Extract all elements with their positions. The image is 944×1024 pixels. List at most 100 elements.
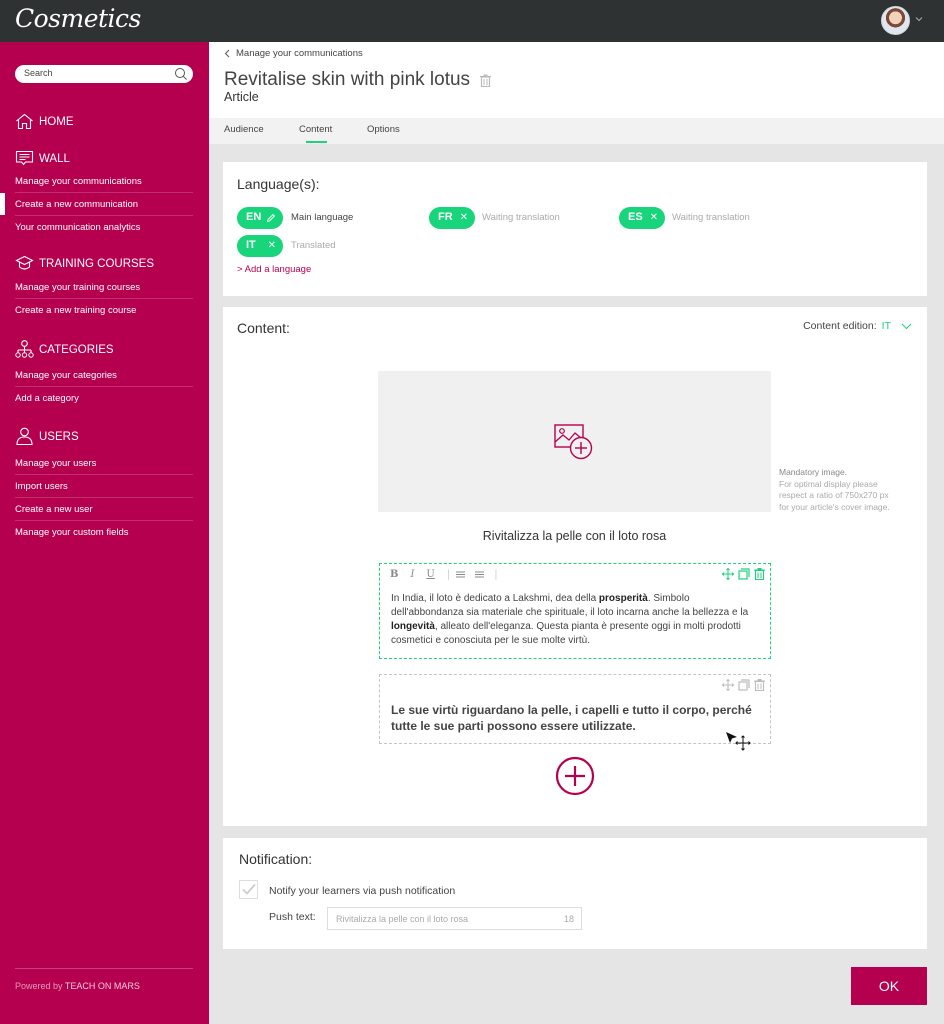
add-image-icon <box>554 424 593 460</box>
tab-audience[interactable]: Audience <box>224 124 264 135</box>
push-notification-label: Notify your learners via push notificati… <box>269 885 456 897</box>
toolbar-divider: | <box>446 569 451 580</box>
pencil-icon[interactable] <box>266 213 276 223</box>
trash-icon[interactable] <box>754 568 765 580</box>
page-title: Revitalise skin with pink lotus <box>224 69 492 91</box>
language-status-it: Translated <box>291 240 336 251</box>
chevron-right-icon: > <box>237 264 245 275</box>
sidebar-item-create-training-course[interactable]: Create a new training course <box>15 299 193 322</box>
sidebar-item-create-communication[interactable]: Create a new communication <box>15 193 193 216</box>
home-icon <box>16 113 33 130</box>
powered-by: Powered by TEACH ON MARS <box>15 981 140 991</box>
languages-card: Language(s): EN Main language FR ✕ Waiti… <box>223 162 927 296</box>
text-block-content[interactable]: In India, il loto è dedicato a Lakshmi, … <box>391 592 761 648</box>
duplicate-icon[interactable] <box>738 679 750 691</box>
push-text-input[interactable]: Rivitalizza la pelle con il loto rosa 18 <box>327 907 582 930</box>
numbered-list-icon[interactable] <box>475 571 485 578</box>
trash-icon[interactable] <box>754 679 765 691</box>
article-title[interactable]: Rivitalizza la pelle con il loto rosa <box>378 529 771 543</box>
sidebar-section-categories[interactable]: CATEGORIES <box>15 340 114 359</box>
push-text-label: Push text: <box>269 911 316 923</box>
ok-button[interactable]: OK <box>851 967 927 1005</box>
text-block[interactable]: Le sue virtù riguardano la pelle, i cape… <box>379 674 771 744</box>
add-language-link[interactable]: > Add a language <box>237 264 311 275</box>
page-subtitle: Article <box>224 90 259 104</box>
sidebar-section-users[interactable]: USERS <box>15 427 79 446</box>
tab-bar: Audience Content Options <box>209 118 944 144</box>
sidebar-item-manage-categories[interactable]: Manage your categories <box>15 364 193 387</box>
move-icon[interactable] <box>722 679 734 691</box>
sidebar-section-home[interactable]: HOME <box>15 113 74 130</box>
sidebar-item-manage-training-courses[interactable]: Manage your training courses <box>15 276 193 299</box>
char-counter: 18 <box>563 914 574 924</box>
search-placeholder: Search <box>24 68 53 78</box>
content-title: Content: <box>237 320 290 336</box>
push-text-placeholder: Rivitalizza la pelle con il loto rosa <box>336 914 469 924</box>
language-status-fr: Waiting translation <box>482 212 560 223</box>
chevron-down-icon[interactable] <box>915 15 923 23</box>
checkmark-icon <box>242 883 256 895</box>
content-card: Content: Content edition: IT Mandatory i… <box>223 307 927 826</box>
language-chip-es[interactable]: ES ✕ <box>619 207 665 229</box>
language-status-es: Waiting translation <box>672 212 750 223</box>
italic-button[interactable]: I <box>410 569 414 580</box>
language-chip-fr[interactable]: FR ✕ <box>429 207 475 229</box>
text-block-active[interactable]: B I U | | In India, il loto è dedicato a… <box>379 563 771 659</box>
top-bar: Cosmetics <box>0 0 944 42</box>
underline-button[interactable]: U <box>426 569 434 580</box>
block-actions <box>722 679 765 691</box>
move-cursor-icon <box>726 732 751 751</box>
page-header: Manage your communications Revitalise sk… <box>209 42 944 118</box>
sidebar-item-add-category[interactable]: Add a category <box>15 387 193 410</box>
sidebar-item-create-user[interactable]: Create a new user <box>15 498 193 521</box>
language-chip-en[interactable]: EN <box>237 207 283 229</box>
add-block-icon[interactable] <box>555 756 595 796</box>
block-actions <box>722 568 765 580</box>
trash-icon[interactable] <box>480 74 492 87</box>
language-status-en: Main language <box>291 212 354 223</box>
sidebar-item-import-users[interactable]: Import users <box>15 475 193 498</box>
format-toolbar: B I U | | <box>390 569 510 580</box>
sidebar-item-manage-users[interactable]: Manage your users <box>15 452 193 475</box>
sidebar-item-custom-fields[interactable]: Manage your custom fields <box>15 521 193 544</box>
hierarchy-icon <box>15 340 34 358</box>
wall-icon <box>15 150 34 166</box>
active-tab-indicator <box>306 141 327 143</box>
text-block-content[interactable]: Le sue virtù riguardano la pelle, i cape… <box>391 702 761 734</box>
user-icon <box>16 427 33 446</box>
language-chip-it[interactable]: IT ✕ <box>237 235 283 257</box>
push-notification-checkbox[interactable] <box>239 880 258 899</box>
close-icon[interactable]: ✕ <box>268 240 276 251</box>
sidebar-footer-divider <box>15 968 193 969</box>
chevron-left-icon <box>224 49 230 58</box>
notification-title: Notification: <box>239 851 313 867</box>
tab-options[interactable]: Options <box>367 124 400 135</box>
content-edition-select[interactable]: Content edition: IT <box>803 320 912 332</box>
bold-button[interactable]: B <box>390 569 398 580</box>
brand-name: TEACH ON MARS <box>64 981 140 991</box>
sidebar: Search HOME WALL Manage your communicati… <box>0 42 209 1024</box>
graduation-cap-icon <box>15 255 34 270</box>
toolbar-divider: | <box>494 569 498 580</box>
move-icon[interactable] <box>722 568 734 580</box>
app-logo: Cosmetics <box>15 4 141 33</box>
languages-title: Language(s): <box>237 176 320 192</box>
sidebar-item-communication-analytics[interactable]: Your communication analytics <box>15 216 193 239</box>
search-icon[interactable] <box>174 67 188 81</box>
breadcrumb[interactable]: Manage your communications <box>224 48 363 59</box>
bulleted-list-icon[interactable] <box>456 571 466 578</box>
cover-image-note: Mandatory image. For optimal display ple… <box>779 467 890 512</box>
sidebar-section-training-courses[interactable]: TRAINING COURSES <box>15 255 154 272</box>
notification-card: Notification: Notify your learners via p… <box>223 838 927 949</box>
cover-image-dropzone[interactable] <box>378 371 771 512</box>
active-item-marker <box>0 193 5 215</box>
tab-content[interactable]: Content <box>299 124 332 135</box>
sidebar-item-manage-communications[interactable]: Manage your communications <box>15 170 193 193</box>
close-icon[interactable]: ✕ <box>650 212 658 223</box>
duplicate-icon[interactable] <box>738 568 750 580</box>
search-input[interactable]: Search <box>15 65 193 83</box>
sidebar-section-wall[interactable]: WALL <box>15 150 70 167</box>
close-icon[interactable]: ✕ <box>460 212 468 223</box>
chevron-down-icon <box>901 323 912 329</box>
avatar[interactable] <box>881 6 910 35</box>
